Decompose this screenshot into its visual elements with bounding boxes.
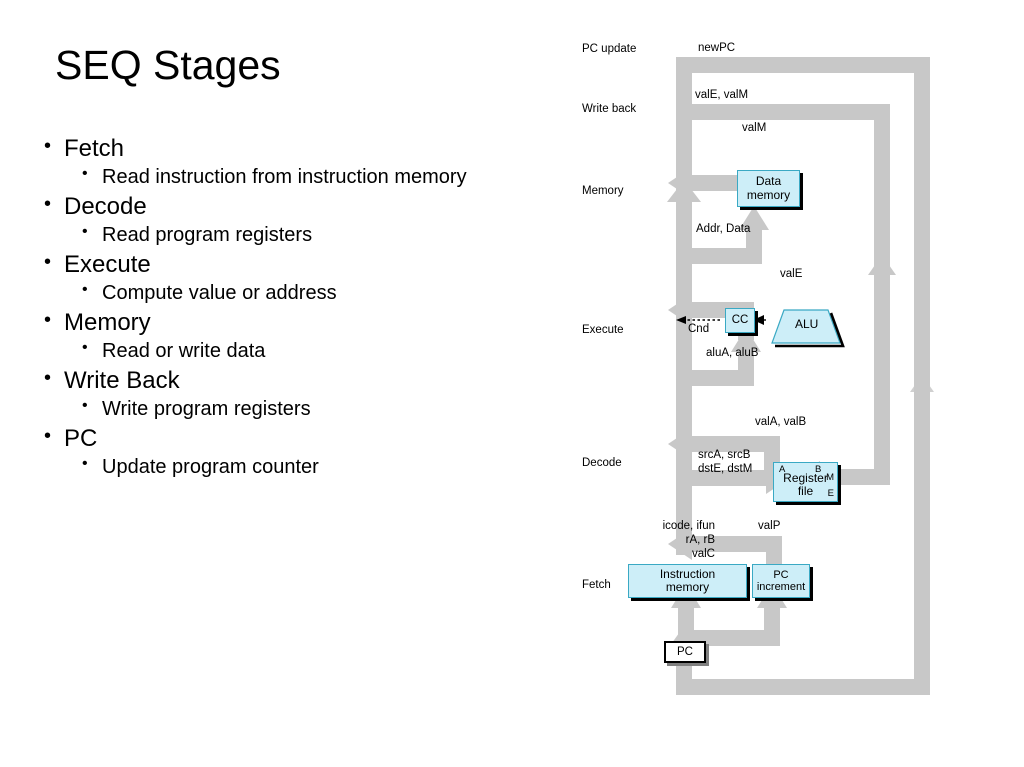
stage-label-write-back: Write back bbox=[582, 103, 637, 115]
stage-label-fetch: Fetch bbox=[582, 579, 611, 591]
signal-label-ra-rb: rA, rB bbox=[685, 534, 715, 546]
register-file-label-line2: file bbox=[797, 484, 814, 498]
bullet-heading-decode: Decode bbox=[42, 194, 562, 219]
signal-label-icode-ifun: icode, ifun bbox=[662, 520, 715, 532]
register-port-a: A bbox=[779, 464, 786, 475]
bullet-heading-write-back: Write Back bbox=[42, 368, 562, 393]
signal-label-newpc: newPC bbox=[698, 42, 736, 54]
data-memory-unit[interactable]: Data memory bbox=[737, 170, 800, 207]
instruction-memory-label-line2: memory bbox=[665, 580, 710, 594]
signal-label-alua-alub: aluA, aluB bbox=[706, 347, 759, 359]
data-memory-label-line2: memory bbox=[746, 187, 791, 202]
signal-label-vale-valm: valE, valM bbox=[695, 89, 749, 101]
bullet-sub-fetch: Read instruction from instruction memory bbox=[42, 166, 562, 187]
signal-label-valc: valC bbox=[691, 548, 715, 560]
pc-increment-label-line1: PC bbox=[773, 568, 789, 581]
bullet-heading-memory: Memory bbox=[42, 310, 562, 335]
signal-label-vale: valE bbox=[780, 268, 803, 280]
signal-label-valp: valP bbox=[758, 520, 781, 532]
bullet-sub-write-back: Write program registers bbox=[42, 398, 562, 419]
signal-label-valm: valM bbox=[742, 122, 767, 134]
alu-label: ALU bbox=[795, 317, 819, 331]
signal-label-dste-dstm: dstE, dstM bbox=[698, 463, 753, 475]
bullet-sub-decode: Read program registers bbox=[42, 224, 562, 245]
stage-label-execute: Execute bbox=[582, 324, 624, 336]
bullet-sub-execute: Compute value or address bbox=[42, 282, 562, 303]
bullet-list: Fetch Read instruction from instruction … bbox=[42, 136, 562, 485]
diagram-buses bbox=[667, 57, 934, 695]
bullet-heading-execute: Execute bbox=[42, 252, 562, 277]
register-port-e: E bbox=[827, 488, 834, 499]
pc-increment-unit[interactable]: PC increment bbox=[752, 564, 810, 598]
signal-label-srca-srcb: srcA, srcB bbox=[698, 449, 751, 461]
cc-label: CC bbox=[731, 314, 749, 327]
data-memory-label-line1: Data bbox=[755, 174, 782, 189]
pc-register-label: PC bbox=[677, 645, 693, 658]
bullet-sub-pc: Update program counter bbox=[42, 456, 562, 477]
instruction-memory-label-line1: Instruction bbox=[659, 566, 716, 581]
signal-label-addr-data: Addr, Data bbox=[696, 223, 751, 235]
seq-hardware-diagram: PC update Write back Memory Execute Deco… bbox=[570, 30, 970, 720]
page-title: SEQ Stages bbox=[55, 42, 281, 88]
stage-label-memory: Memory bbox=[582, 185, 624, 197]
register-port-m: M bbox=[826, 472, 834, 483]
cc-register-unit[interactable]: CC bbox=[725, 308, 755, 333]
stage-label-decode: Decode bbox=[582, 457, 622, 469]
signal-label-cnd: Cnd bbox=[688, 323, 710, 335]
signal-label-vala-valb: valA, valB bbox=[755, 416, 807, 428]
bullet-heading-fetch: Fetch bbox=[42, 136, 562, 161]
register-file-unit[interactable]: Register file A B M E bbox=[773, 462, 838, 502]
stage-label-pc-update: PC update bbox=[582, 43, 637, 55]
instruction-memory-unit[interactable]: Instruction memory bbox=[628, 564, 747, 598]
pc-register-unit[interactable]: PC bbox=[664, 641, 706, 663]
bullet-heading-pc: PC bbox=[42, 426, 562, 451]
pc-increment-label-line2: increment bbox=[756, 581, 806, 593]
register-port-b: B bbox=[815, 464, 822, 475]
bullet-sub-memory: Read or write data bbox=[42, 340, 562, 361]
